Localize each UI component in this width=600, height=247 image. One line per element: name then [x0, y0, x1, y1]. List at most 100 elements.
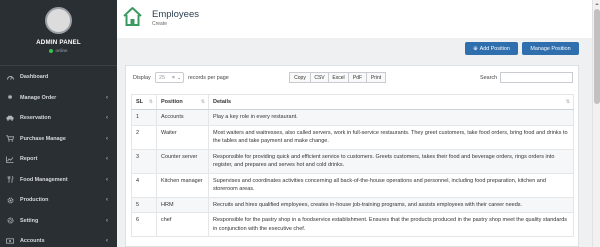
- clear-icon[interactable]: ×: [172, 73, 175, 83]
- sidebar-item-setting[interactable]: Setting ‹: [0, 211, 117, 232]
- scrollbar-thumb[interactable]: [594, 9, 600, 104]
- chevron-down-icon: ⌄: [177, 75, 181, 80]
- car-icon: [6, 115, 14, 122]
- sidebar-item-label: Accounts: [20, 238, 45, 245]
- sidebar-item-label: Manage Order: [20, 94, 57, 101]
- column-header-sl[interactable]: SL ⇅: [131, 94, 157, 110]
- cutlery-icon: [6, 176, 14, 183]
- cell-position: Kitchen manager: [156, 172, 209, 198]
- cell-position: HRM: [156, 196, 209, 214]
- csv-button[interactable]: CSV: [310, 72, 329, 83]
- chevron-left-icon: ‹: [106, 94, 108, 101]
- sidebar-item-manage-order[interactable]: ✱ Manage Order ‹: [0, 88, 117, 109]
- page-length-select[interactable]: 25 × ⌄: [155, 72, 184, 83]
- sidebar-item-label: Purchase Manage: [20, 135, 66, 142]
- cell-details: Most waiters and waitresses, also called…: [208, 124, 574, 150]
- records-per-page-label: records per page: [188, 75, 229, 81]
- cell-sl: 6: [131, 212, 157, 238]
- cell-sl: 2: [131, 124, 157, 150]
- dashboard-icon: [6, 74, 14, 80]
- excel-button[interactable]: Excel: [328, 72, 349, 83]
- copy-button[interactable]: Copy: [289, 72, 311, 83]
- chevron-left-icon: ‹: [106, 156, 108, 163]
- pdf-button[interactable]: PdF: [348, 72, 367, 83]
- avatar[interactable]: [45, 7, 72, 34]
- cell-position: Waiter: [156, 124, 209, 150]
- search-input[interactable]: [500, 72, 573, 83]
- table-row[interactable]: 1 Accounts Play a key role in every rest…: [131, 109, 574, 126]
- sidebar-item-dashboard[interactable]: Dashboard: [0, 67, 117, 88]
- sort-icon: ⇅: [148, 99, 153, 105]
- sort-icon: ⇅: [200, 99, 205, 105]
- sidebar-item-label: Report: [20, 156, 38, 163]
- manage-position-button[interactable]: Manage Position: [522, 42, 579, 55]
- cell-details: Responsible for the pastry shop in a foo…: [208, 212, 574, 238]
- page-length-value: 25: [159, 75, 165, 81]
- table-row[interactable]: 2 Waiter Most waiters and waitresses, al…: [131, 124, 574, 150]
- cell-details: Recruits and hires qualified employees, …: [208, 196, 574, 214]
- sidebar-item-label: Production: [20, 197, 49, 204]
- cell-sl: 3: [131, 148, 157, 174]
- table-row[interactable]: 3 Counter server Responsible for providi…: [131, 148, 574, 174]
- print-button[interactable]: Print: [366, 72, 386, 83]
- sidebar-item-food-management[interactable]: Food Management ‹: [0, 170, 117, 191]
- cell-position: chef: [156, 212, 209, 238]
- cell-details: Supervises and coordinates activities co…: [208, 172, 574, 198]
- page-header: Employees Create: [117, 0, 592, 38]
- sidebar-item-label: Dashboard: [20, 74, 49, 81]
- page-title: Employees: [152, 9, 199, 20]
- plus-circle-icon: ⊕: [473, 45, 478, 52]
- cell-details: Responsible for providing quick and effi…: [208, 148, 574, 174]
- search-label: Search: [480, 75, 498, 81]
- sidebar-item-production[interactable]: Production ‹: [0, 190, 117, 211]
- cell-sl: 5: [131, 196, 157, 214]
- panel-title: ADMIN PANEL: [36, 39, 81, 46]
- table-controls: Display 25 × ⌄ records per page Copy CSV…: [133, 72, 573, 84]
- page-scrollbar[interactable]: [592, 0, 600, 247]
- sidebar: ADMIN PANEL online Dashboard ✱ Manage Or…: [0, 0, 117, 247]
- table-row[interactable]: 5 HRM Recruits and hires qualified emplo…: [131, 196, 574, 214]
- gear-icon: ✱: [7, 94, 13, 101]
- cell-details: Play a key role in every restaurant.: [208, 109, 574, 126]
- cart-icon: [6, 135, 14, 142]
- money-icon: [6, 238, 14, 244]
- home-icon: [123, 7, 142, 26]
- sidebar-item-report[interactable]: Report ‹: [0, 149, 117, 170]
- manage-position-label: Manage Position: [530, 45, 571, 52]
- chevron-left-icon: ‹: [106, 176, 108, 183]
- scroll-up-arrow-icon[interactable]: [594, 1, 600, 7]
- online-dot-icon: [49, 48, 54, 53]
- column-details-label: Details: [213, 99, 232, 105]
- page-subtitle: Create: [152, 21, 168, 27]
- table-row[interactable]: 4 Kitchen manager Supervises and coordin…: [131, 172, 574, 198]
- add-position-label: Add Position: [479, 45, 510, 52]
- positions-card: Display 25 × ⌄ records per page Copy CSV…: [125, 65, 579, 247]
- cell-position: Counter server: [156, 148, 209, 174]
- cell-sl: 4: [131, 172, 157, 198]
- sort-icon: ⇅: [565, 99, 570, 105]
- add-position-button[interactable]: ⊕ Add Position: [465, 42, 518, 55]
- table-row[interactable]: 6 chef Responsible for the pastry shop i…: [131, 212, 574, 238]
- sidebar-item-purchase-manage[interactable]: Purchase Manage ‹: [0, 129, 117, 150]
- sidebar-item-label: Reservation: [20, 115, 51, 122]
- sidebar-item-label: Food Management: [20, 176, 68, 183]
- export-buttons: Copy CSV Excel PdF Print: [289, 72, 386, 83]
- chevron-left-icon: ‹: [106, 135, 108, 142]
- chevron-left-icon: ‹: [106, 115, 108, 122]
- display-label: Display: [133, 75, 151, 81]
- cell-position: Accounts: [156, 109, 209, 126]
- sidebar-item-reservation[interactable]: Reservation ‹: [0, 108, 117, 129]
- chevron-left-icon: ‹: [106, 238, 108, 245]
- column-header-details[interactable]: Details ⇅: [208, 94, 574, 110]
- chevron-left-icon: ‹: [106, 197, 108, 204]
- gear-icon: [6, 217, 14, 224]
- column-sl-label: SL: [136, 99, 144, 105]
- online-status: online: [0, 48, 117, 53]
- cell-sl: 1: [131, 109, 157, 126]
- column-position-label: Position: [161, 99, 183, 105]
- profile-section: ADMIN PANEL online: [0, 0, 117, 66]
- chevron-left-icon: ‹: [106, 217, 108, 224]
- column-header-position[interactable]: Position ⇅: [156, 94, 209, 110]
- positions-table: SL ⇅ Position ⇅ Details ⇅ 1 Accounts Play a…: [131, 94, 574, 238]
- sidebar-item-accounts[interactable]: Accounts ‹: [0, 231, 117, 247]
